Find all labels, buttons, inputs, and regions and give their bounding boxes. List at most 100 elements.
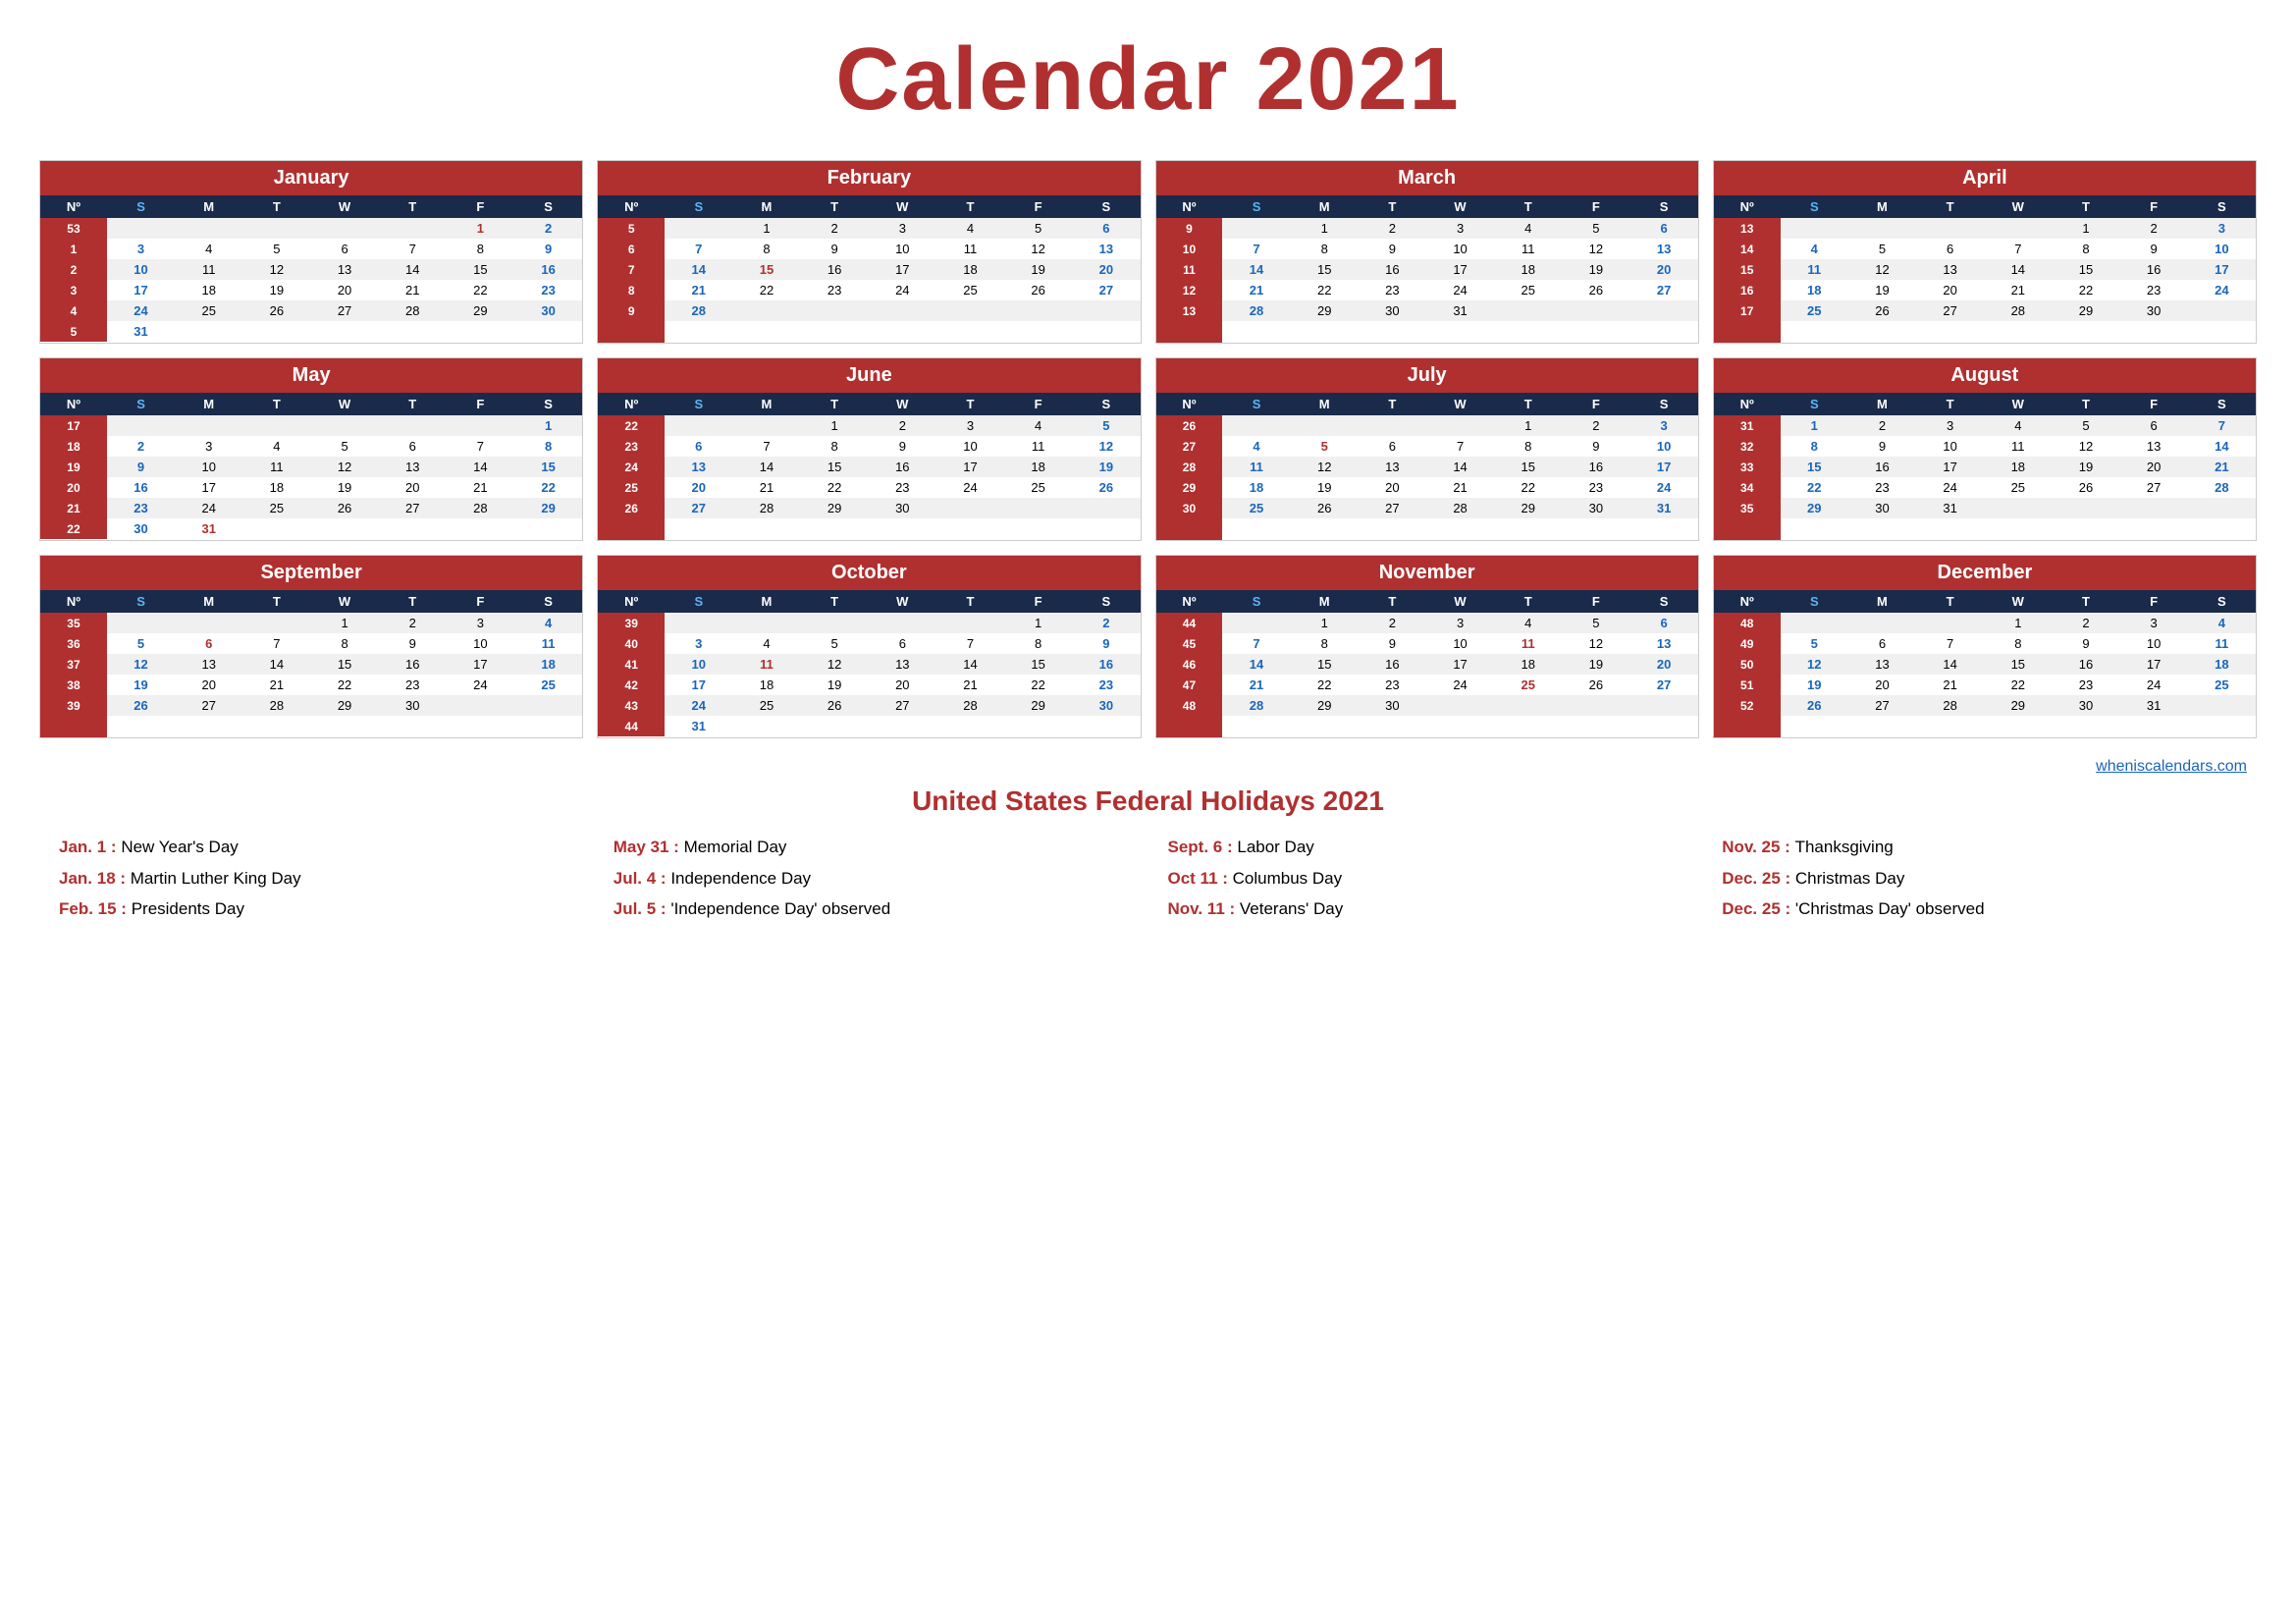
calendar-cell: 43 [598,695,665,716]
calendar-cell: 26 [598,498,665,518]
calendar-cell [310,415,378,436]
calendar-cell [1156,518,1223,540]
calendar-cell: 2 [2052,613,2119,633]
calendar-cell: 1 [1494,415,1562,436]
calendar-cell: 18 [2188,654,2256,675]
calendar-cell [665,415,732,436]
calendar-cell: 14 [2188,436,2256,457]
calendar-cell: 32 [1714,436,1781,457]
calendar-cell: 11 [1494,239,1562,259]
calendar-cell [936,716,1004,736]
calendar-cell: 22 [447,280,514,300]
calendar-cell: 25 [598,477,665,498]
calendar-cell: 28 [447,498,514,518]
calendar-cell: 1 [2052,218,2119,239]
calendar-cell: 6 [1916,239,1984,259]
calendar-cell: 27 [1072,280,1140,300]
calendar-cell [1848,613,1916,633]
calendar-cell: 2 [40,259,107,280]
calendar-cell: 6 [598,239,665,259]
calendar-cell: 19 [310,477,378,498]
calendar-cell [1494,300,1562,321]
calendar-cell: 5 [1562,218,1629,239]
calendar-cell: 8 [2052,239,2119,259]
calendar-cell: 8 [598,280,665,300]
calendar-cell [1222,613,1290,633]
calendar-cell: 29 [1494,498,1562,518]
calendar-cell: 31 [107,321,175,342]
calendar-cell: 4 [1781,239,1848,259]
calendar-cell: 11 [1984,436,2052,457]
holiday-item: Nov. 25 : Thanksgiving [1722,835,2237,860]
calendar-cell [1781,321,1848,343]
calendar-cell [2052,321,2119,343]
calendar-cell: 26 [1562,280,1629,300]
calendar-cell [310,218,378,239]
calendar-cell: 48 [1714,613,1781,633]
calendar-cell: 9 [379,633,447,654]
website-link[interactable]: wheniscalendars.com [39,758,2247,776]
calendar-cell: 19 [40,457,107,477]
calendar-cell [1916,321,1984,343]
calendar-cell: 30 [1848,498,1916,518]
calendar-cell: 22 [40,518,107,539]
calendar-cell: 14 [1222,654,1290,675]
calendar-cell [665,613,732,633]
calendar-cell: 20 [175,675,242,695]
calendar-cell: 5 [1848,239,1916,259]
calendar-cell [1004,518,1072,540]
calendar-cell: 8 [310,633,378,654]
month-header: January [40,161,582,195]
calendar-cell: 12 [1848,259,1916,280]
calendar-cell [869,518,936,540]
calendar-cell: 1 [1291,218,1359,239]
calendar-cell: 18 [175,280,242,300]
calendar-cell: 11 [1156,259,1223,280]
calendar-cell: 4 [1004,415,1072,436]
calendar-cell: 23 [1072,675,1140,695]
calendar-cell: 21 [1916,675,1984,695]
calendar-cell [242,321,310,342]
calendar-cell: 28 [379,300,447,321]
calendar-cell: 1 [1004,613,1072,633]
month-block: JanuaryNºSMTWTFS531213456789210111213141… [39,160,583,344]
calendar-cell: 47 [1156,675,1223,695]
calendar-cell: 10 [107,259,175,280]
calendar-cell: 2 [379,613,447,633]
month-block: DecemberNºSMTWTFS48123449567891011501213… [1713,555,2257,738]
calendar-cell: 13 [1629,633,1697,654]
calendar-cell: 23 [514,280,582,300]
calendar-cell: 24 [1426,280,1494,300]
calendar-cell: 4 [2188,613,2256,633]
calendar-cell: 31 [1426,300,1494,321]
calendar-cell: 23 [1562,477,1629,498]
calendar-cell: 28 [1222,300,1290,321]
calendar-cell: 26 [1156,415,1223,436]
month-table: NºSMTWTFS1711823456781991011121314152016… [40,393,582,539]
calendar-cell: 4 [175,239,242,259]
calendar-cell: 49 [1714,633,1781,654]
holiday-date: Jan. 18 : [59,869,131,888]
calendar-cell: 7 [1222,633,1290,654]
calendar-cell: 13 [2120,436,2188,457]
calendar-cell: 16 [2120,259,2188,280]
calendar-cell: 21 [40,498,107,518]
calendar-cell: 25 [1494,280,1562,300]
month-block: JuneNºSMTWTFS221234523678910111224131415… [597,357,1141,541]
calendar-cell: 28 [1156,457,1223,477]
calendar-cell: 24 [1916,477,1984,498]
calendar-cell: 2 [869,415,936,436]
calendar-cell: 10 [869,239,936,259]
calendar-cell [665,218,732,239]
calendar-cell [1629,518,1697,540]
calendar-cell: 31 [1714,415,1781,436]
calendar-cell: 18 [1984,457,2052,477]
calendar-cell [1984,498,2052,518]
month-block: MayNºSMTWTFS1711823456781991011121314152… [39,357,583,541]
calendar-cell: 13 [175,654,242,675]
calendar-cell [1359,321,1426,343]
holiday-item: Jan. 18 : Martin Luther King Day [59,866,574,892]
calendar-cell: 16 [2052,654,2119,675]
holiday-name: Veterans' Day [1240,899,1343,918]
calendar-cell [242,716,310,737]
